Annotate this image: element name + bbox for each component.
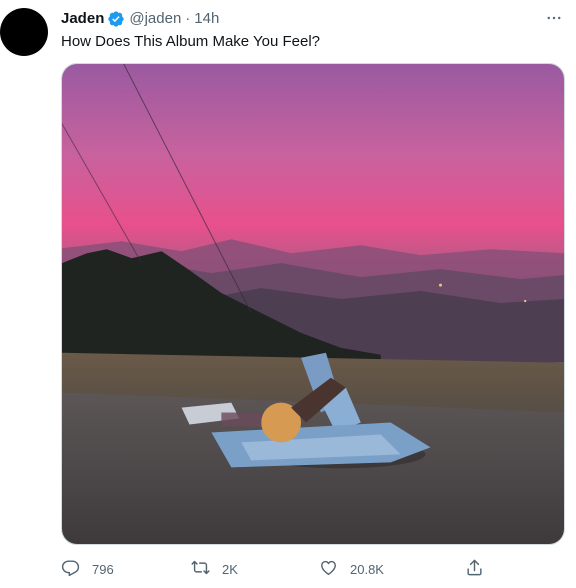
reply-button[interactable]: 796 [61,558,114,580]
handle[interactable]: @jaden [129,9,181,29]
share-icon [465,558,484,580]
verified-badge-icon [107,10,125,28]
separator-dot: · [185,10,191,27]
avatar[interactable] [0,8,48,56]
display-name[interactable]: Jaden [61,9,104,29]
share-button[interactable] [465,558,484,580]
like-count: 20.8K [350,561,384,577]
media-photo[interactable] [61,63,565,545]
reply-icon [61,558,80,580]
action-bar: 796 2K 20.8K [61,558,501,580]
retweet-button[interactable]: 2K [191,558,238,580]
more-dots-icon[interactable] [542,8,566,28]
tweet-text: How Does This Album Make You Feel? [61,33,321,50]
retweet-icon [191,558,210,580]
like-button[interactable]: 20.8K [319,558,384,580]
heart-icon [319,558,338,580]
timestamp[interactable]: 14h [194,9,219,29]
retweet-count: 2K [222,561,238,577]
tweet-header: Jaden @jaden · 14h [61,9,219,29]
reply-count: 796 [92,561,114,577]
